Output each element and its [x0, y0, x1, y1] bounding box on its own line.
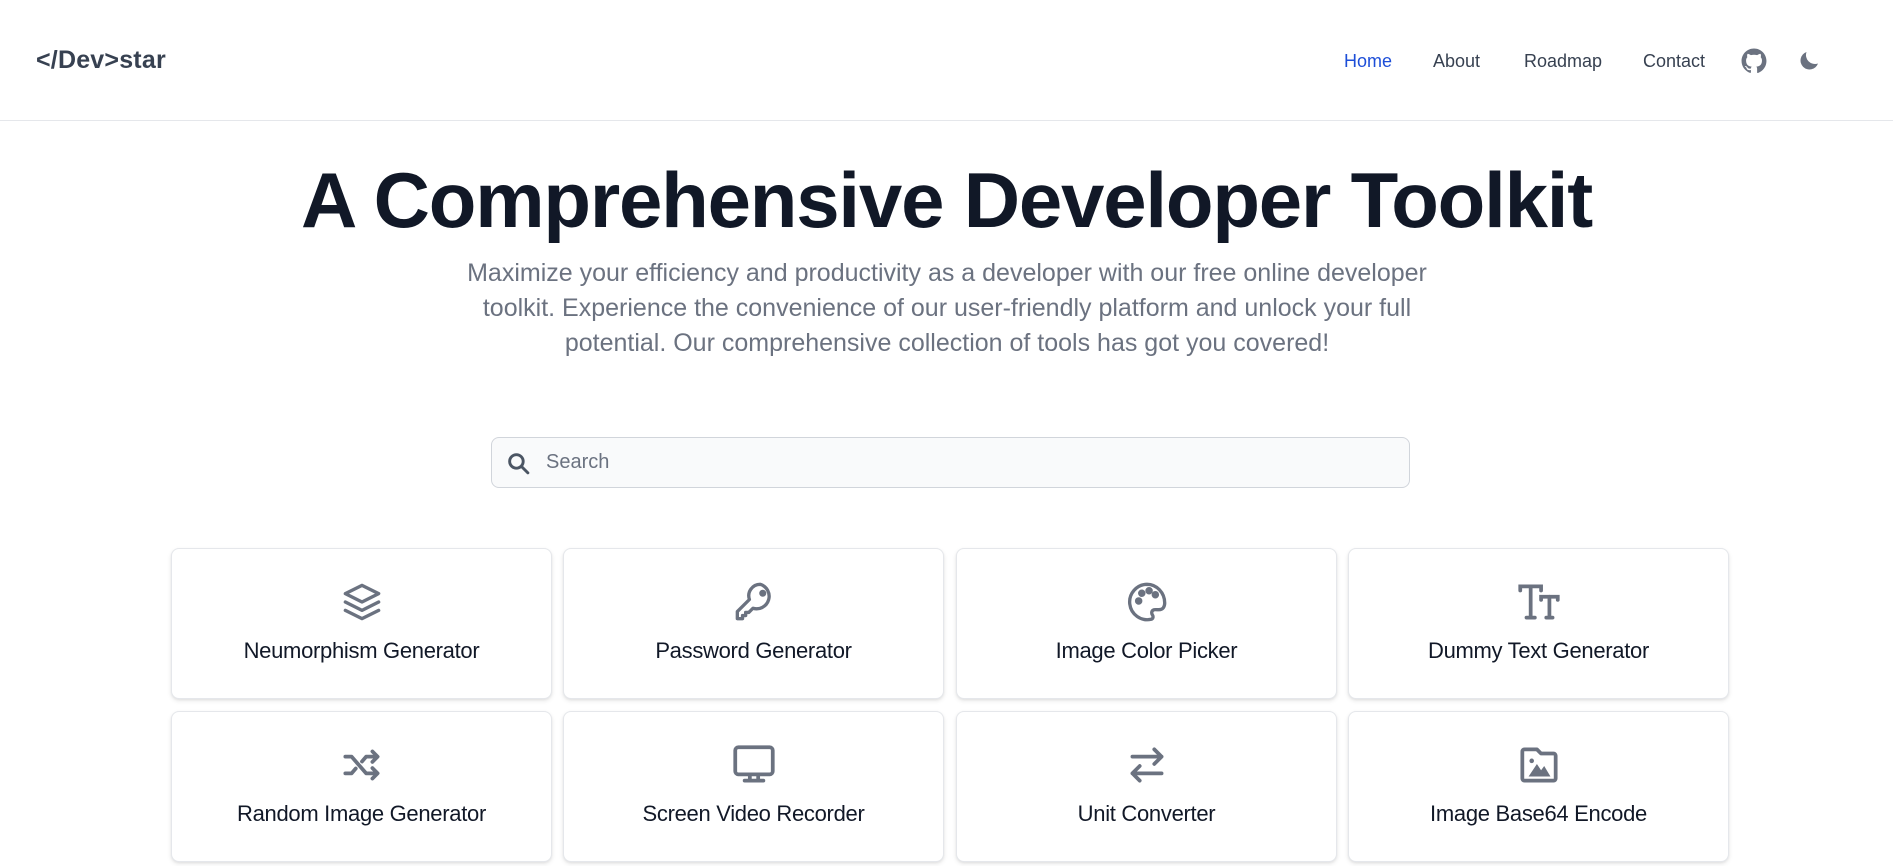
search-bar[interactable]	[491, 437, 1410, 488]
tool-card-image-base64-encode[interactable]: Image Base64 Encode	[1348, 711, 1729, 862]
palette-icon	[1122, 577, 1172, 627]
monitor-icon	[729, 740, 779, 790]
tool-card-password-generator[interactable]: Password Generator	[563, 548, 944, 699]
tool-card-label: Dummy Text Generator	[1427, 638, 1649, 663]
tool-card-label: Neumorphism Generator	[243, 638, 480, 663]
tool-card-label: Random Image Generator	[237, 801, 486, 826]
tool-card-screen-video-recorder[interactable]: Screen Video Recorder	[563, 711, 944, 862]
arrows-exchange-icon	[1122, 740, 1172, 790]
key-icon	[729, 577, 779, 627]
layers-icon	[337, 577, 387, 627]
nav-link-contact[interactable]: Contact	[1643, 48, 1705, 74]
text-size-icon	[1514, 577, 1564, 627]
tool-card-random-image-generator[interactable]: Random Image Generator	[171, 711, 552, 862]
github-icon	[1741, 48, 1767, 74]
tool-card-label: Image Base64 Encode	[1430, 801, 1647, 826]
search-icon	[506, 451, 531, 476]
github-link[interactable]	[1741, 48, 1767, 74]
search-input[interactable]	[546, 438, 1396, 487]
nav-link-about[interactable]: About	[1433, 48, 1480, 74]
tool-card-label: Image Color Picker	[1055, 638, 1238, 663]
site-header: </Dev>star Home About Roadmap Contact	[0, 0, 1893, 121]
tool-card-dummy-text-generator[interactable]: Dummy Text Generator	[1348, 548, 1729, 699]
nav-link-roadmap[interactable]: Roadmap	[1524, 48, 1602, 74]
tool-card-unit-converter[interactable]: Unit Converter	[956, 711, 1337, 862]
tool-card-image-color-picker[interactable]: Image Color Picker	[956, 548, 1337, 699]
nav-link-home[interactable]: Home	[1344, 48, 1392, 74]
tool-card-neumorphism-generator[interactable]: Neumorphism Generator	[171, 548, 552, 699]
page-title: A Comprehensive Developer Toolkit	[300, 156, 1593, 244]
hero-subtitle: Maximize your efficiency and productivit…	[467, 259, 1427, 357]
image-file-icon	[1514, 740, 1564, 790]
moon-icon	[1797, 49, 1821, 73]
tool-card-label: Password Generator	[655, 638, 852, 663]
tool-card-label: Unit Converter	[1077, 801, 1216, 826]
theme-toggle-button[interactable]	[1797, 49, 1821, 73]
tool-card-label: Screen Video Recorder	[642, 801, 865, 826]
site-logo[interactable]: </Dev>star	[36, 44, 166, 76]
shuffle-icon	[337, 740, 387, 790]
